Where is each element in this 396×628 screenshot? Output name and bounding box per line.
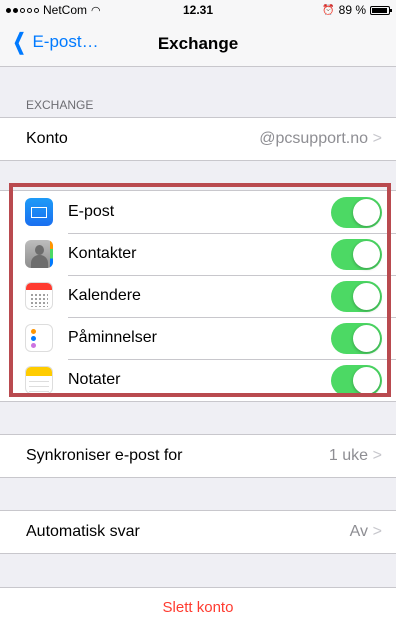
notes-icon xyxy=(25,366,53,394)
calendars-toggle[interactable] xyxy=(331,281,382,312)
chevron-right-icon: > xyxy=(372,523,382,540)
sync-label: Notater xyxy=(68,371,121,388)
calendar-icon xyxy=(25,282,53,310)
mail-sync-label: Synkroniser e-post for xyxy=(26,447,183,464)
reminders-icon xyxy=(25,324,53,352)
section-header-exchange: EXCHANGE xyxy=(26,98,94,112)
sync-toggles-group: E-post Kontakter Kalendere Påminnelser N… xyxy=(0,190,396,402)
contacts-icon xyxy=(25,240,53,268)
mail-sync-group: Synkroniser e-post for 1 uke > xyxy=(0,434,396,478)
status-right: ⏰ 89 % xyxy=(322,3,392,17)
account-label: Konto xyxy=(26,130,68,147)
mail-toggle[interactable] xyxy=(331,197,382,228)
account-group: Konto @pcsupport.no > xyxy=(0,117,396,161)
account-row[interactable]: Konto @pcsupport.no > xyxy=(0,118,396,160)
mail-sync-row[interactable]: Synkroniser e-post for 1 uke > xyxy=(0,435,396,477)
chevron-right-icon: > xyxy=(372,447,382,464)
auto-reply-group: Automatisk svar Av > xyxy=(0,510,396,554)
auto-reply-label: Automatisk svar xyxy=(26,523,140,540)
alarm-icon: ⏰ xyxy=(322,4,335,16)
contacts-toggle[interactable] xyxy=(331,239,382,270)
sync-label: Påminnelser xyxy=(68,329,157,346)
sync-row-mail: E-post xyxy=(0,191,396,233)
sync-row-calendars: Kalendere xyxy=(0,275,396,317)
navigation-bar: ❮ E-post… Exchange xyxy=(0,20,396,67)
sync-label: Kontakter xyxy=(68,245,137,262)
mail-sync-value: 1 uke xyxy=(328,447,368,464)
chevron-right-icon: > xyxy=(372,130,382,147)
reminders-toggle[interactable] xyxy=(331,323,382,354)
battery-icon xyxy=(370,5,392,15)
auto-reply-value: Av xyxy=(349,523,368,540)
status-bar: NetCom ◠ 12.31 ⏰ 89 % xyxy=(0,0,396,20)
sync-label: E-post xyxy=(68,203,115,220)
sync-row-notes: Notater xyxy=(0,359,396,401)
battery-percent: 89 % xyxy=(338,3,366,17)
notes-toggle[interactable] xyxy=(331,365,382,396)
sync-row-contacts: Kontakter xyxy=(0,233,396,275)
page-title: Exchange xyxy=(157,34,239,53)
auto-reply-row[interactable]: Automatisk svar Av > xyxy=(0,511,396,553)
sync-row-reminders: Påminnelser xyxy=(0,317,396,359)
account-value: @pcsupport.no xyxy=(259,130,368,147)
mail-icon xyxy=(25,198,53,226)
sync-label: Kalendere xyxy=(68,287,141,304)
